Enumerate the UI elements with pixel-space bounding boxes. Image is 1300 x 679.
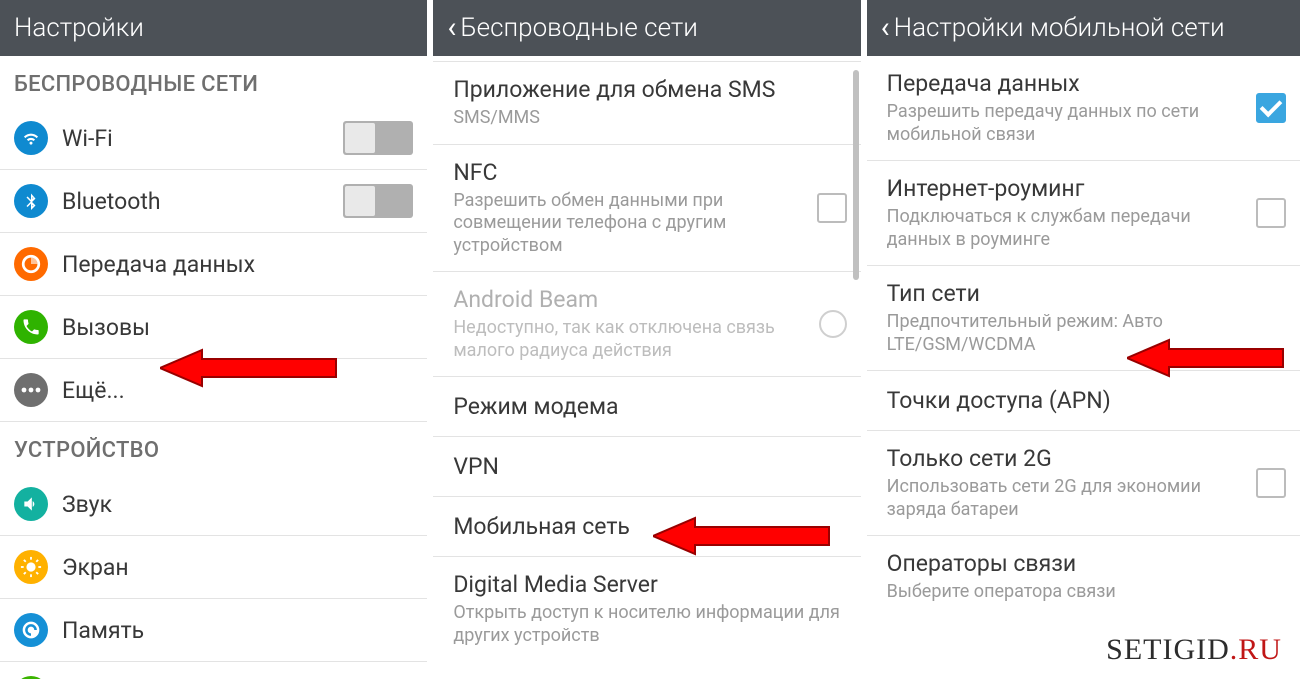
row-data-transfer[interactable]: Передача данных Разрешить передачу данны…	[867, 56, 1300, 161]
data-usage-label: Передача данных	[62, 251, 413, 278]
apn-label: Точки доступа (APN)	[887, 387, 1286, 414]
operators-title: Операторы связи	[887, 550, 1286, 577]
memory-label: Память	[62, 617, 413, 644]
row-vpn[interactable]: VPN	[433, 437, 860, 497]
data-transfer-title: Передача данных	[887, 70, 1256, 97]
vpn-label: VPN	[453, 453, 846, 480]
back-icon[interactable]: ‹	[447, 13, 456, 43]
row-operators[interactable]: Операторы связи Выберите оператора связи	[867, 536, 1300, 618]
display-icon	[14, 550, 48, 584]
header-mobile-title: Настройки мобильной сети	[894, 13, 1225, 43]
row-bluetooth[interactable]: Bluetooth	[0, 170, 427, 233]
back-icon[interactable]: ‹	[881, 13, 890, 43]
row-nfc[interactable]: NFC Разрешить обмен данными при совмещен…	[433, 145, 860, 273]
row-network-type[interactable]: Тип сети Предпочтительный режим: Авто LT…	[867, 266, 1300, 371]
row-memory[interactable]: Память	[0, 599, 427, 662]
beam-radio	[819, 310, 847, 338]
sms-title: Приложение для обмена SMS	[453, 76, 846, 103]
calls-label: Вызовы	[62, 314, 413, 341]
header-wireless[interactable]: ‹ Беспроводные сети	[433, 0, 860, 56]
header-settings: Настройки	[0, 0, 427, 56]
sound-label: Звук	[62, 491, 413, 518]
panel-wireless: ‹ Беспроводные сети Приложение для обмен…	[433, 0, 866, 679]
only2g-checkbox[interactable]	[1256, 468, 1286, 498]
row-display[interactable]: Экран	[0, 536, 427, 599]
row-apn[interactable]: Точки доступа (APN)	[867, 371, 1300, 431]
only2g-sub: Использовать сети 2G для экономии заряда…	[887, 476, 1256, 521]
network-type-sub: Предпочтительный режим: Авто LTE/GSM/WCD…	[887, 311, 1286, 356]
watermark-a: SETIGID	[1106, 633, 1230, 666]
section-wireless: БЕСПРОВОДНЫЕ СЕТИ	[0, 56, 427, 107]
nfc-checkbox[interactable]	[817, 193, 847, 223]
row-sound[interactable]: Звук	[0, 473, 427, 536]
operators-sub: Выберите оператора связи	[887, 581, 1286, 604]
section-device: УСТРОЙСТВО	[0, 422, 427, 473]
bluetooth-label: Bluetooth	[62, 188, 343, 215]
sound-icon	[14, 487, 48, 521]
row-only-2g[interactable]: Только сети 2G Использовать сети 2G для …	[867, 431, 1300, 536]
data-transfer-sub: Разрешить передачу данных по сети мобиль…	[887, 101, 1256, 146]
dms-title: Digital Media Server	[453, 571, 846, 598]
data-usage-icon	[14, 247, 48, 281]
panel-mobile-settings: ‹ Настройки мобильной сети Передача данн…	[867, 0, 1300, 679]
row-battery[interactable]: Батарея	[0, 662, 427, 679]
more-icon	[14, 373, 48, 407]
row-data-usage[interactable]: Передача данных	[0, 233, 427, 296]
roaming-sub: Подключаться к службам передачи данных в…	[887, 206, 1256, 251]
row-android-beam: Android Beam Недоступно, так как отключе…	[433, 272, 860, 377]
memory-icon	[14, 613, 48, 647]
row-mobile-network[interactable]: Мобильная сеть	[433, 497, 860, 557]
wifi-label: Wi-Fi	[62, 125, 343, 152]
row-calls[interactable]: Вызовы	[0, 296, 427, 359]
row-sms-app[interactable]: Приложение для обмена SMS SMS/MMS	[433, 62, 860, 145]
nfc-sub: Разрешить обмен данными при совмещении т…	[453, 190, 816, 258]
phone-icon	[14, 310, 48, 344]
beam-sub: Недоступно, так как отключена связь мало…	[453, 317, 818, 362]
row-more[interactable]: Ещё...	[0, 359, 427, 422]
header-title: Настройки	[14, 13, 144, 43]
bluetooth-icon	[14, 184, 48, 218]
roaming-title: Интернет-роуминг	[887, 175, 1256, 202]
scroll-indicator[interactable]	[853, 70, 859, 280]
tethering-label: Режим модема	[453, 393, 846, 420]
wifi-toggle[interactable]	[343, 121, 413, 155]
only2g-title: Только сети 2G	[887, 445, 1256, 472]
row-tethering[interactable]: Режим модема	[433, 377, 860, 437]
beam-title: Android Beam	[453, 286, 818, 313]
panel-settings: Настройки БЕСПРОВОДНЫЕ СЕТИ Wi-Fi Blueto…	[0, 0, 433, 679]
data-transfer-checkbox[interactable]	[1256, 93, 1286, 123]
display-label: Экран	[62, 554, 413, 581]
sms-sub: SMS/MMS	[453, 107, 846, 130]
header-wireless-title: Беспроводные сети	[460, 13, 698, 43]
dms-sub: Открыть доступ к носителю информации для…	[453, 602, 846, 647]
roaming-checkbox[interactable]	[1256, 198, 1286, 228]
network-type-title: Тип сети	[887, 280, 1286, 307]
row-wifi[interactable]: Wi-Fi	[0, 107, 427, 170]
header-mobile[interactable]: ‹ Настройки мобильной сети	[867, 0, 1300, 56]
bluetooth-toggle[interactable]	[343, 184, 413, 218]
watermark: SETIGID.RU	[1106, 633, 1282, 667]
more-label: Ещё...	[62, 377, 413, 404]
wifi-icon	[14, 121, 48, 155]
watermark-b: .RU	[1230, 633, 1282, 666]
mobile-network-label: Мобильная сеть	[453, 513, 846, 540]
nfc-title: NFC	[453, 159, 816, 186]
row-dms[interactable]: Digital Media Server Открыть доступ к но…	[433, 557, 860, 661]
row-roaming[interactable]: Интернет-роуминг Подключаться к службам …	[867, 161, 1300, 266]
